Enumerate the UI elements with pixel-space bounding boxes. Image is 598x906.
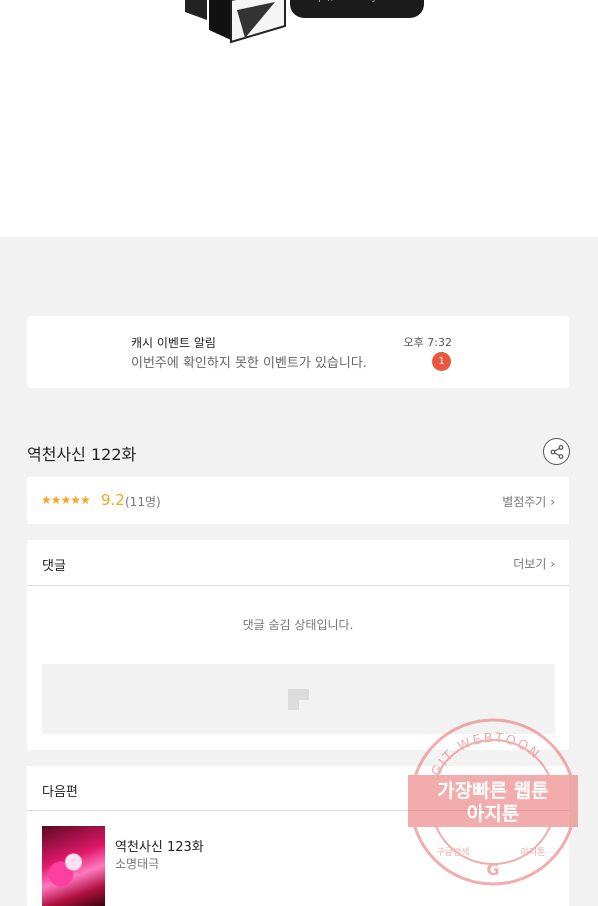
next-episode-author: 소명태극 xyxy=(115,857,160,871)
rating-count: (11명) xyxy=(125,495,161,509)
chevron-right-icon: › xyxy=(550,495,555,509)
rate-button-label: 별점주기 xyxy=(502,495,547,509)
comments-hidden-message: 댓글 숨김 상태입니다. xyxy=(242,618,354,632)
rating-bar: ★★★★★ 9.2 (11명) 별점주기 › xyxy=(27,477,569,524)
chevron-right-icon: › xyxy=(550,557,555,571)
next-episode-header-label: 다음편 xyxy=(42,785,78,800)
watermark-line1: 가장빠른 웹툰 xyxy=(437,780,549,802)
share-icon xyxy=(550,445,564,459)
rating-stars: ★★★★★ xyxy=(41,493,91,507)
watermark-bottom-right: 아지툰 xyxy=(521,847,546,858)
banner-artwork xyxy=(185,0,286,44)
notification-time: 오후 7:32 xyxy=(403,336,452,349)
share-button[interactable] xyxy=(543,438,570,465)
episode-title: 역천사신 122화 xyxy=(27,445,137,464)
banner-url-text: http://m.zlamy.com xyxy=(304,0,400,3)
rating-score: 9.2 xyxy=(101,491,125,509)
comments-header: 댓글 더보기 › xyxy=(27,540,569,586)
content-image-area: http://m.zlamy.com xyxy=(0,0,598,237)
notification-message: 이번주에 확인하지 못한 이벤트가 있습니다. xyxy=(131,356,367,371)
watermark-bottom-left: 구글검색 xyxy=(436,846,469,858)
svg-text:G: G xyxy=(486,860,499,879)
banner-url-pill: http://m.zlamy.com xyxy=(290,0,424,18)
google-logo-icon: G xyxy=(486,860,499,879)
comments-more-button[interactable]: 더보기 › xyxy=(513,555,555,572)
comments-title: 댓글 xyxy=(42,559,66,574)
rate-button[interactable]: 별점주기 › xyxy=(502,493,555,510)
comment-placeholder-icon xyxy=(288,689,309,710)
watermark-line2: 아지툰 xyxy=(467,803,519,825)
next-episode-title[interactable]: 역천사신 123화 xyxy=(115,836,204,855)
event-notification[interactable]: 캐시 이벤트 알림 이번주에 확인하지 못한 이벤트가 있습니다. 오후 7:3… xyxy=(27,316,569,388)
watermark-stamp: AGIT WEBTOON 가장빠른 웹툰 아지툰 구글검색 아지툰 G xyxy=(408,718,578,886)
notification-badge: 1 xyxy=(432,352,451,371)
next-episode-thumbnail[interactable] xyxy=(42,826,105,906)
comments-more-label: 더보기 xyxy=(513,557,547,571)
notification-title: 캐시 이벤트 알림 xyxy=(131,336,216,350)
